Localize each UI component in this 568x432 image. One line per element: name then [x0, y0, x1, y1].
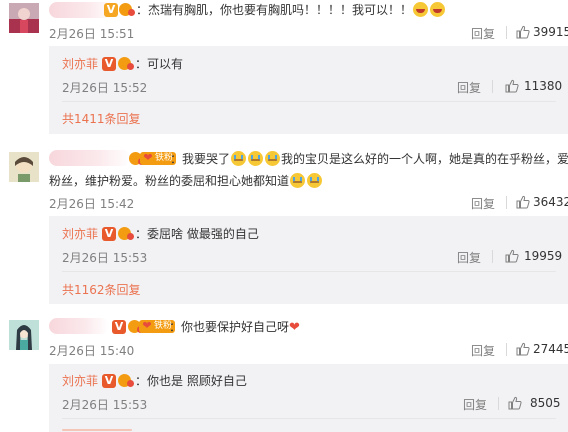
verified-badge: V	[112, 320, 126, 334]
comment-text: ：我要哭了 我的宝贝是这么好的一个人啊，她是真的在乎粉丝，爱	[170, 151, 568, 166]
cry-emoji-icon	[231, 151, 247, 166]
sub-reply-text: 刘亦菲	[62, 226, 98, 242]
comment-date: 2月26日 15:51	[49, 27, 135, 41]
sub-reply-content: ：委屈啥 做最强的自己	[135, 227, 259, 241]
more-replies-link[interactable]: 共1162条回复	[62, 281, 141, 298]
like-count: 11380	[524, 79, 563, 93]
comment-text-line2: 粉丝，维护粉爱。粉丝的委屈和担心她都知道	[49, 173, 323, 189]
heart-icon	[141, 151, 155, 165]
divider	[498, 397, 499, 410]
like-count: 19959	[524, 249, 563, 263]
reply-button[interactable]: 回复	[457, 79, 481, 96]
divider	[492, 80, 493, 93]
like-icon[interactable]	[508, 396, 522, 410]
comment-date: 2月26日 15:42	[49, 197, 135, 211]
cry-emoji-icon	[290, 173, 306, 188]
like-icon[interactable]	[516, 342, 530, 356]
like-count: 36432	[533, 195, 568, 209]
sub-reply-content: ：你也是 照顾好自己	[135, 374, 247, 388]
like-count: 8505	[530, 396, 561, 410]
more-replies-link-partial[interactable]	[62, 424, 132, 432]
reply-button[interactable]: 回复	[457, 249, 481, 266]
fan-level-icon	[118, 374, 134, 388]
username-blurred[interactable]	[49, 150, 131, 166]
like-icon[interactable]	[505, 79, 519, 93]
cry-emoji-icon	[248, 151, 264, 166]
reply-button[interactable]: 回复	[463, 396, 487, 413]
reply-button[interactable]: 回复	[471, 342, 495, 359]
avatar[interactable]	[9, 3, 39, 33]
sub-reply-text: 刘亦菲	[62, 56, 98, 72]
username-blurred[interactable]	[49, 318, 109, 334]
like-count: 39915	[533, 25, 568, 39]
verified-badge: V	[102, 227, 116, 241]
verified-badge: V	[102, 57, 116, 71]
divider	[492, 250, 493, 263]
fan-level-icon	[119, 3, 135, 17]
divider	[62, 418, 556, 419]
author-name-link[interactable]: 刘亦菲	[62, 227, 98, 241]
like-icon[interactable]	[505, 249, 519, 263]
sub-reply-date: 2月26日 15:53	[62, 398, 148, 412]
sub-reply-date: 2月26日 15:52	[62, 81, 148, 95]
avatar[interactable]	[9, 320, 39, 350]
avatar[interactable]	[9, 152, 39, 182]
like-count: 27445	[533, 342, 568, 356]
divider	[62, 101, 556, 102]
verified-badge: V	[102, 374, 116, 388]
author-name-link[interactable]: 刘亦菲	[62, 374, 98, 388]
reply-button[interactable]: 回复	[471, 25, 495, 42]
fan-level-icon	[118, 57, 134, 71]
sub-reply-text: 刘亦菲	[62, 373, 98, 389]
comment-date: 2月26日 15:40	[49, 344, 135, 358]
author-name-link[interactable]: 刘亦菲	[62, 57, 98, 71]
sub-reply-date: 2月26日 15:53	[62, 251, 148, 265]
divider	[506, 26, 507, 39]
like-icon[interactable]	[516, 25, 530, 39]
more-replies-link[interactable]: 共1411条回复	[62, 110, 141, 127]
divider	[62, 271, 556, 272]
divider	[506, 196, 507, 209]
sub-reply-content: ：可以有	[135, 57, 184, 71]
cry-emoji-icon	[307, 173, 323, 188]
cry-emoji-icon	[265, 151, 281, 166]
fan-level-icon	[118, 227, 134, 241]
verified-badge: V	[104, 3, 118, 17]
smile-emoji-icon	[430, 2, 446, 17]
comment-text: ：你也要保护好自己呀❤	[169, 320, 300, 335]
divider	[506, 343, 507, 356]
comment-text: ：杰瑞有胸肌，你也要有胸肌吗！！！！我可以！！	[136, 2, 446, 18]
heart-icon	[140, 319, 154, 333]
reply-button[interactable]: 回复	[471, 195, 495, 212]
smile-emoji-icon	[413, 2, 429, 17]
like-icon[interactable]	[516, 195, 530, 209]
heart-emoji-icon: ❤	[289, 320, 300, 335]
